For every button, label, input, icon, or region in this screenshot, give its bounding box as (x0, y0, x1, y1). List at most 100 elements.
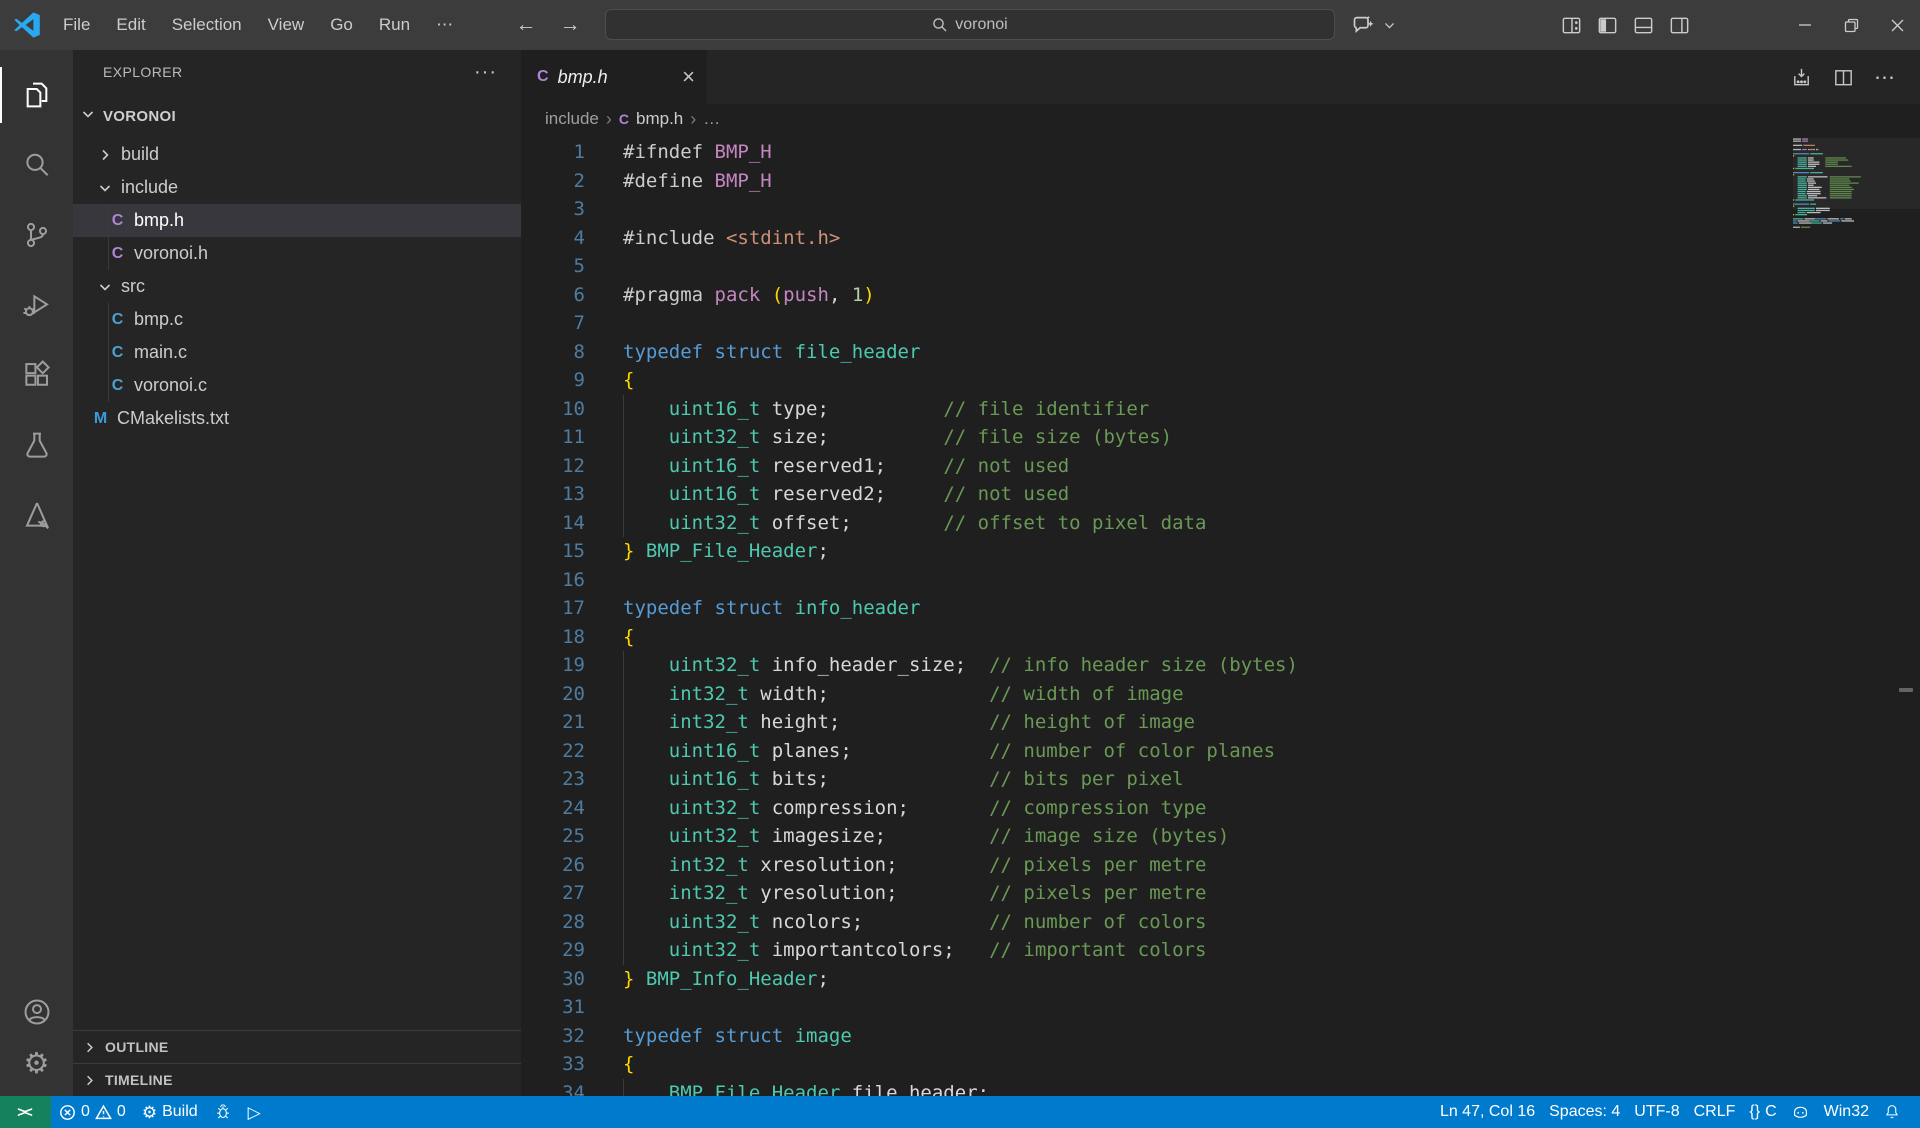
sidebar-item-run-and-debug[interactable] (0, 270, 73, 340)
code-line-26[interactable]: 26 int32_t xresolution; // pixels per me… (521, 851, 1920, 880)
problems-indicator[interactable]: 0 0 (51, 1096, 134, 1128)
tree-item-bmp-c[interactable]: Cbmp.c (73, 303, 521, 336)
code-line-2[interactable]: 2#define BMP_H (521, 167, 1920, 196)
toggle-primary-sidebar-icon[interactable] (1596, 14, 1619, 37)
notifications-bell-icon[interactable] (1876, 1096, 1908, 1128)
code-line-18[interactable]: 18{ (521, 623, 1920, 652)
customize-layout-icon[interactable] (1560, 14, 1583, 37)
restore-button[interactable] (1828, 0, 1874, 50)
project-section-header[interactable]: VORONOI (73, 94, 521, 138)
sidebar-item-source-control[interactable] (0, 200, 73, 270)
run-task-icon[interactable] (1790, 66, 1813, 89)
tab-bmp-h[interactable]: C bmp.h × (521, 50, 707, 104)
breadcrumb-file[interactable]: bmp.h (636, 109, 683, 129)
code-line-17[interactable]: 17typedef struct info_header (521, 594, 1920, 623)
code-line-31[interactable]: 31 (521, 993, 1920, 1022)
encoding-setting[interactable]: UTF-8 (1627, 1096, 1686, 1128)
close-tab-icon[interactable]: × (682, 66, 695, 88)
menu-view[interactable]: View (255, 0, 318, 50)
sidebar-item-explorer[interactable] (0, 60, 73, 130)
cursor-position[interactable]: Ln 47, Col 16 (1433, 1096, 1542, 1128)
code-line-23[interactable]: 23 uint16_t bits; // bits per pixel (521, 765, 1920, 794)
code-editor[interactable]: 1#ifndef BMP_H2#define BMP_H34#include <… (521, 134, 1920, 1096)
minimize-button[interactable] (1782, 0, 1828, 50)
code-line-7[interactable]: 7 (521, 309, 1920, 338)
menu-selection[interactable]: Selection (159, 0, 255, 50)
code-line-3[interactable]: 3 (521, 195, 1920, 224)
remote-indicator[interactable]: >< (0, 1096, 51, 1128)
code-line-21[interactable]: 21 int32_t height; // height of image (521, 708, 1920, 737)
code-line-12[interactable]: 12 uint16_t reserved1; // not used (521, 452, 1920, 481)
code-line-27[interactable]: 27 int32_t yresolution; // pixels per me… (521, 879, 1920, 908)
menu-go[interactable]: Go (317, 0, 366, 50)
menu-run[interactable]: Run (366, 0, 423, 50)
settings-gear-icon[interactable]: ⚙ (0, 1038, 73, 1090)
code-line-20[interactable]: 20 int32_t width; // width of image (521, 680, 1920, 709)
minimap[interactable] (1793, 138, 1920, 338)
sidebar-item-search[interactable] (0, 130, 73, 200)
eol-setting[interactable]: CRLF (1687, 1096, 1743, 1128)
close-window-button[interactable] (1874, 0, 1920, 50)
code-line-24[interactable]: 24 uint32_t compression; // compression … (521, 794, 1920, 823)
more-menus-icon[interactable]: ⋯ (423, 0, 466, 50)
editor-more-actions-icon[interactable]: ⋯ (1874, 65, 1896, 90)
tree-item-voronoi-c[interactable]: Cvoronoi.c (73, 369, 521, 402)
chevron-down-icon[interactable] (1383, 19, 1396, 32)
menu-edit[interactable]: Edit (103, 0, 158, 50)
code-line-10[interactable]: 10 uint16_t type; // file identifier (521, 395, 1920, 424)
code-line-6[interactable]: 6#pragma pack (push, 1) (521, 281, 1920, 310)
launch-run-button[interactable]: ▷ (240, 1096, 269, 1128)
platform-indicator[interactable]: Win32 (1817, 1096, 1876, 1128)
tree-item-main-c[interactable]: Cmain.c (73, 336, 521, 369)
cmake-build-button[interactable]: ⚙ Build (134, 1096, 206, 1128)
sidebar-item-extensions[interactable] (0, 340, 73, 410)
code-line-25[interactable]: 25 uint32_t imagesize; // image size (by… (521, 822, 1920, 851)
sidebar-item-cmake[interactable] (0, 480, 73, 550)
debug-target-button[interactable] (206, 1096, 240, 1128)
tree-item-bmp-h[interactable]: Cbmp.h (73, 204, 521, 237)
code-line-9[interactable]: 9{ (521, 366, 1920, 395)
code-line-14[interactable]: 14 uint32_t offset; // offset to pixel d… (521, 509, 1920, 538)
copilot-status-icon[interactable] (1784, 1096, 1817, 1128)
navigate-forward-icon[interactable]: → (556, 13, 584, 37)
split-editor-icon[interactable] (1832, 66, 1855, 89)
language-mode[interactable]: {} C (1742, 1096, 1783, 1128)
code-line-13[interactable]: 13 uint16_t reserved2; // not used (521, 480, 1920, 509)
code-line-32[interactable]: 32typedef struct image (521, 1022, 1920, 1051)
outline-section[interactable]: OUTLINE (73, 1030, 521, 1063)
breadcrumb[interactable]: include › C bmp.h › … (521, 104, 1920, 134)
code-line-16[interactable]: 16 (521, 566, 1920, 595)
tree-item-cmakelists-txt[interactable]: MCMakelists.txt (73, 402, 521, 435)
code-line-5[interactable]: 5 (521, 252, 1920, 281)
code-line-28[interactable]: 28 uint32_t ncolors; // number of colors (521, 908, 1920, 937)
sidebar-item-testing[interactable] (0, 410, 73, 480)
breadcrumb-folder[interactable]: include (545, 109, 599, 129)
code-line-19[interactable]: 19 uint32_t info_header_size; // info he… (521, 651, 1920, 680)
toggle-panel-icon[interactable] (1632, 14, 1655, 37)
timeline-section[interactable]: TIMELINE (73, 1063, 521, 1096)
code-line-1[interactable]: 1#ifndef BMP_H (521, 138, 1920, 167)
code-line-8[interactable]: 8typedef struct file_header (521, 338, 1920, 367)
command-center-search[interactable]: voronoi (605, 9, 1335, 40)
code-line-11[interactable]: 11 uint32_t size; // file size (bytes) (521, 423, 1920, 452)
navigate-back-icon[interactable]: ← (512, 13, 540, 37)
tree-item-build[interactable]: build (73, 138, 521, 171)
code-line-33[interactable]: 33{ (521, 1050, 1920, 1079)
accounts-icon[interactable] (0, 986, 73, 1038)
tree-item-src[interactable]: src (73, 270, 521, 303)
indentation-setting[interactable]: Spaces: 4 (1542, 1096, 1627, 1128)
code-line-29[interactable]: 29 uint32_t importantcolors; // importan… (521, 936, 1920, 965)
line-number: 2 (521, 167, 585, 196)
tree-item-include[interactable]: include (73, 171, 521, 204)
copilot-chat-icon[interactable] (1350, 12, 1377, 39)
menu-file[interactable]: File (50, 0, 103, 50)
breadcrumb-symbol[interactable]: … (703, 109, 720, 129)
toggle-secondary-sidebar-icon[interactable] (1668, 14, 1691, 37)
code-line-15[interactable]: 15} BMP_File_Header; (521, 537, 1920, 566)
explorer-more-actions-icon[interactable]: ··· (474, 61, 497, 84)
code-line-4[interactable]: 4#include <stdint.h> (521, 224, 1920, 253)
tree-item-voronoi-h[interactable]: Cvoronoi.h (73, 237, 521, 270)
code-line-22[interactable]: 22 uint16_t planes; // number of color p… (521, 737, 1920, 766)
code-line-30[interactable]: 30} BMP_Info_Header; (521, 965, 1920, 994)
code-line-34[interactable]: 34 BMP_File_Header file_header; (521, 1079, 1920, 1097)
